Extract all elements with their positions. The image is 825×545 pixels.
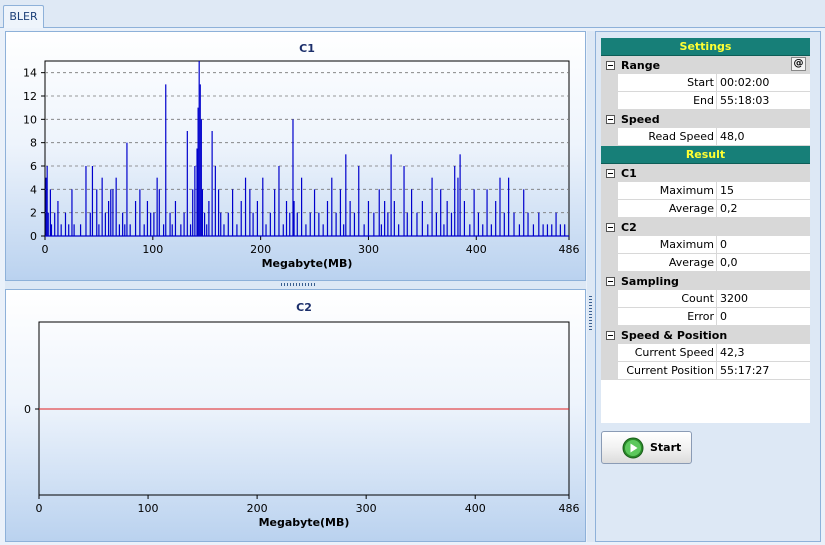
property-name: Average — [618, 200, 717, 217]
c1-maximum-value[interactable]: 15 — [717, 182, 810, 199]
read-speed-value[interactable]: 48,0 — [717, 128, 810, 145]
property-name: Start — [618, 74, 717, 91]
category-speed[interactable]: Speed — [601, 110, 810, 128]
tab-strip: BLER — [0, 0, 825, 28]
x-tick-label: 200 — [250, 243, 271, 256]
x-tick-label: 486 — [559, 243, 580, 256]
x-tick-label: 400 — [466, 243, 487, 256]
property-row-end[interactable]: End 55:18:03 — [601, 92, 810, 110]
error-value[interactable]: 0 — [717, 308, 810, 325]
start-value[interactable]: 00:02:00 — [717, 74, 810, 91]
c1-average-value[interactable]: 0,2 — [717, 200, 810, 217]
category-label: C2 — [621, 220, 637, 234]
y-tick-label: 10 — [23, 113, 37, 126]
category-label: C1 — [621, 166, 637, 180]
splitter-grip-icon — [281, 283, 317, 286]
collapse-icon[interactable] — [606, 60, 615, 70]
play-icon — [622, 437, 644, 458]
category-label: Sampling — [621, 274, 679, 288]
tab-bler[interactable]: BLER — [3, 5, 44, 28]
x-tick-label: 0 — [36, 502, 43, 515]
y-tick-label: 0 — [24, 403, 31, 416]
collapse-icon[interactable] — [606, 168, 615, 178]
x-tick-label: 300 — [356, 502, 377, 515]
collapse-icon[interactable] — [606, 222, 615, 232]
x-tick-label: 300 — [358, 243, 379, 256]
category-c2[interactable]: C2 — [601, 218, 810, 236]
property-row-current-speed[interactable]: Current Speed 42,3 — [601, 344, 810, 362]
results-pane: Settings Range @ Start 00:02:00 End 55:1… — [595, 31, 821, 542]
property-name: Average — [618, 254, 717, 271]
c2-chart: C2 0 0 100 200 300 400 486 Megabyte(MB) — [24, 301, 580, 529]
property-row-count[interactable]: Count 3200 — [601, 290, 810, 308]
property-name: Current Position — [618, 362, 717, 379]
y-tick-label: 4 — [30, 183, 37, 196]
property-name: End — [618, 92, 717, 109]
property-row-error[interactable]: Error 0 — [601, 308, 810, 326]
x-tick-label: 100 — [138, 502, 159, 515]
property-name: Maximum — [618, 236, 717, 253]
c2-maximum-value[interactable]: 0 — [717, 236, 810, 253]
x-tick-label: 0 — [42, 243, 49, 256]
c2-chart-panel: C2 0 0 100 200 300 400 486 Megabyte(MB) — [5, 289, 586, 542]
c2-average-value[interactable]: 0,0 — [717, 254, 810, 271]
settings-header: Settings — [601, 38, 810, 56]
category-label: Speed — [621, 112, 660, 126]
x-axis-label: Megabyte(MB) — [262, 257, 353, 270]
y-tick-label: 14 — [23, 67, 37, 80]
x-tick-label: 486 — [559, 502, 580, 515]
chart-title: C2 — [296, 301, 312, 314]
property-row-c2-maximum[interactable]: Maximum 0 — [601, 236, 810, 254]
plot-area — [44, 60, 570, 237]
x-tick-label: 400 — [465, 502, 486, 515]
property-name: Count — [618, 290, 717, 307]
start-button[interactable]: Start — [601, 431, 692, 464]
property-row-c1-average[interactable]: Average 0,2 — [601, 200, 810, 218]
count-value[interactable]: 3200 — [717, 290, 810, 307]
collapse-icon[interactable] — [606, 276, 615, 286]
x-tick-label: 100 — [142, 243, 163, 256]
category-sampling[interactable]: Sampling — [601, 272, 810, 290]
collapse-icon[interactable] — [606, 114, 615, 124]
category-label: Range — [621, 58, 661, 72]
current-position-value[interactable]: 55:17:27 — [717, 362, 810, 379]
property-row-c1-maximum[interactable]: Maximum 15 — [601, 182, 810, 200]
y-tick-label: 2 — [30, 207, 37, 220]
property-name: Current Speed — [618, 344, 717, 361]
x-tick-label: 200 — [247, 502, 268, 515]
end-value[interactable]: 55:18:03 — [717, 92, 810, 109]
category-range[interactable]: Range @ — [601, 56, 810, 74]
property-row-read-speed[interactable]: Read Speed 48,0 — [601, 128, 810, 146]
property-row-start[interactable]: Start 00:02:00 — [601, 74, 810, 92]
y-tick-label: 12 — [23, 90, 37, 103]
c1-chart-panel: C1 0 2 4 6 8 10 12 14 0 100 200 300 400 486 Megabyte(MB… — [5, 31, 586, 281]
horizontal-splitter[interactable] — [5, 281, 586, 289]
category-speed-position[interactable]: Speed & Position — [601, 326, 810, 344]
category-label: Speed & Position — [621, 328, 728, 342]
y-tick-label: 8 — [30, 137, 37, 150]
result-header: Result — [601, 146, 810, 164]
current-speed-value[interactable]: 42,3 — [717, 344, 810, 361]
start-button-label: Start — [650, 441, 682, 454]
x-axis-label: Megabyte(MB) — [259, 516, 350, 529]
property-grid: Settings Range @ Start 00:02:00 End 55:1… — [601, 38, 810, 423]
category-c1[interactable]: C1 — [601, 164, 810, 182]
splitter-grip-icon — [589, 296, 592, 332]
property-name: Error — [618, 308, 717, 325]
property-row-current-position[interactable]: Current Position 55:17:27 — [601, 362, 810, 380]
property-row-c2-average[interactable]: Average 0,0 — [601, 254, 810, 272]
y-tick-label: 0 — [30, 230, 37, 243]
vertical-splitter[interactable] — [587, 31, 595, 542]
chart-title: C1 — [299, 42, 315, 55]
y-tick-label: 6 — [30, 160, 37, 173]
property-name: Read Speed — [618, 128, 717, 145]
range-at-button[interactable]: @ — [791, 57, 806, 71]
property-name: Maximum — [618, 182, 717, 199]
collapse-icon[interactable] — [606, 330, 615, 340]
c1-chart: C1 0 2 4 6 8 10 12 14 0 100 200 300 400 486 Megabyte(MB… — [23, 42, 580, 270]
